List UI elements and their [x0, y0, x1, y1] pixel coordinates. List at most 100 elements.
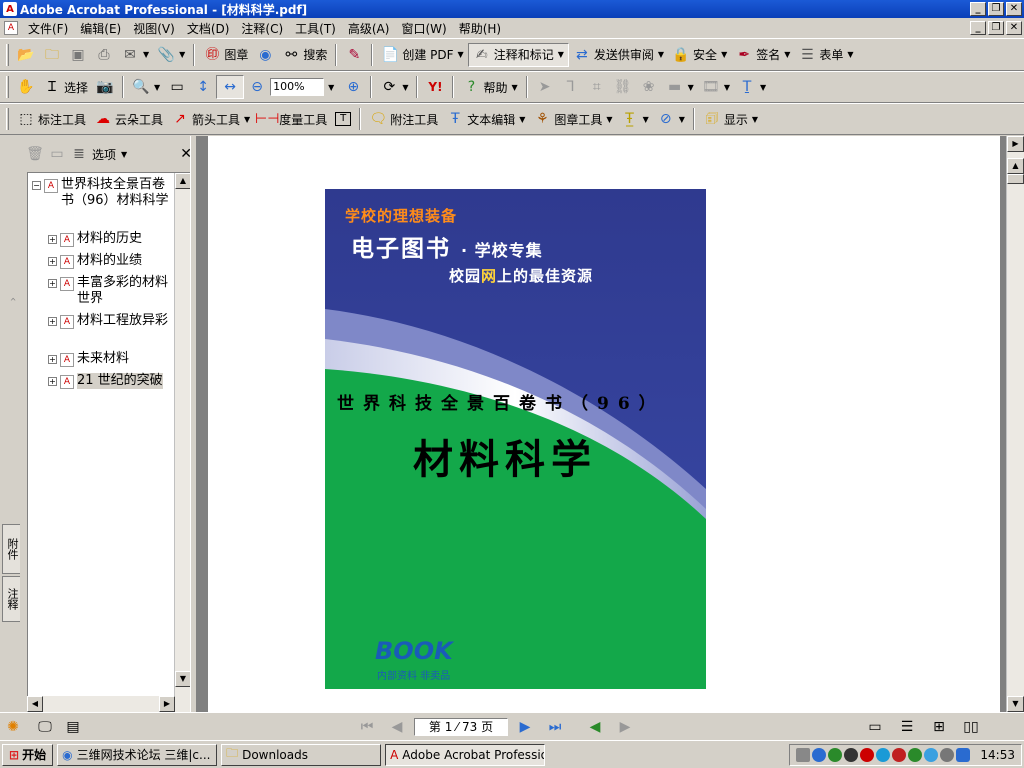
article-button[interactable]: ❀ [636, 75, 662, 99]
tray-app7-icon[interactable] [908, 747, 923, 762]
page-number-input[interactable]: 第 1 ⁄ 73 页 [414, 717, 508, 736]
highlight-tool-button[interactable]: Ŧ̲ ▼ [617, 107, 653, 131]
touchup-button[interactable]: Ꞁ [558, 75, 584, 99]
rotate-button[interactable]: ⟳ ▼ [376, 75, 412, 99]
bookmark-root[interactable]: − A 世界科技全景百卷书（96）材料科学 [32, 177, 176, 209]
taskbar-browser-button[interactable]: ◉ 三维网技术论坛 三维|c... [57, 743, 218, 766]
tab-attachments[interactable]: 附件 [2, 524, 20, 574]
bookmark-new-icon[interactable]: ▭ [48, 145, 66, 163]
menu-advanced[interactable]: 高级(A) [342, 20, 396, 37]
bookmark-item[interactable]: + A 21 世纪的突破 [48, 373, 176, 389]
text-edit-button[interactable]: Ŧ 文本编辑 ▼ [442, 107, 529, 131]
cloud-tool-button[interactable]: ☁ 云朵工具 [90, 107, 167, 131]
sun-icon[interactable]: ✺ [4, 718, 22, 736]
security-button[interactable]: 🔒 安全 ▼ [668, 43, 731, 67]
scroll-down-button[interactable]: ▼ [175, 671, 190, 687]
yahoo-button[interactable]: Y! [422, 75, 448, 99]
organizer-button[interactable]: 🗀 [39, 43, 65, 67]
continuous-icon[interactable]: ☰ [898, 718, 916, 736]
expand-plus-icon[interactable]: + [48, 257, 57, 266]
email-button[interactable]: ✉ ▼ [117, 43, 153, 67]
tray-app9-icon[interactable] [940, 747, 955, 762]
sign-button[interactable]: ✒ 签名 ▼ [731, 43, 794, 67]
help-button[interactable]: ? 帮助 ▼ [458, 75, 521, 99]
doc-minimize-button[interactable]: _ [970, 21, 986, 35]
toolbar-grip[interactable] [6, 76, 9, 98]
delete-icon[interactable]: 🗑 [26, 145, 44, 163]
open-button[interactable]: 📂 [13, 43, 39, 67]
bookmark-item[interactable]: + A 材料的历史 [48, 231, 176, 247]
tray-app8-icon[interactable] [924, 747, 939, 762]
bookmark-item[interactable]: + A 丰富多彩的材料世界 [48, 275, 176, 307]
monitor-icon[interactable]: 🖵 [36, 718, 54, 736]
document-icon[interactable]: A [4, 21, 18, 35]
tray-app6-icon[interactable] [892, 747, 907, 762]
previous-page-icon[interactable]: ◀ [388, 718, 406, 736]
hand-tool-button[interactable]: ✋ [13, 75, 39, 99]
bookmark-item[interactable]: + A 未来材料 [48, 351, 176, 367]
show-button[interactable]: 🗊 显示 ▼ [699, 107, 762, 131]
fit-width-button[interactable]: ↔ [216, 75, 245, 99]
menu-view[interactable]: 视图(V) [127, 20, 181, 37]
page-scroll-down-button[interactable]: ▼ [1007, 696, 1024, 712]
spell-button[interactable]: ✎ [341, 43, 367, 67]
actual-size-button[interactable]: ▭ [164, 75, 190, 99]
page-size-icon[interactable]: ▤ [64, 718, 82, 736]
arrow-tool-button[interactable]: ↗ 箭头工具 ▼ [167, 107, 254, 131]
text-field-tool[interactable]: Ṯ ▼ [734, 75, 770, 99]
tray-app2-icon[interactable] [828, 747, 843, 762]
bookmarks-hscrollbar[interactable]: ◀ ▶ [27, 696, 191, 712]
forms-button[interactable]: ☰ 表单 ▼ [794, 43, 857, 67]
link-button[interactable]: ⛓ [610, 75, 636, 99]
taskbar-acrobat-button[interactable]: A Adobe Acrobat Professio... [385, 743, 546, 766]
expand-plus-icon[interactable]: + [48, 279, 57, 288]
menu-document[interactable]: 文档(D) [181, 20, 236, 37]
textbox-tool-button[interactable]: T [331, 107, 355, 131]
measure-tool-button[interactable]: ⊢⊣ 度量工具 [254, 107, 331, 131]
snapshot-button[interactable]: 📷 [92, 75, 118, 99]
menu-file[interactable]: 文件(F) [22, 20, 74, 37]
attach-file-tool-button[interactable]: ⊘ ▼ [653, 107, 689, 131]
go-forward-icon[interactable]: ▶ [616, 718, 634, 736]
document-scrollbar[interactable]: ▶ ▲ ▼ [1006, 136, 1024, 712]
bookmark-item[interactable]: + A 材料的业绩 [48, 253, 176, 269]
continuous-facing-icon[interactable]: ▯▯ [962, 718, 980, 736]
zoom-dropdown[interactable]: ▼ [328, 83, 334, 92]
expand-icon[interactable]: ≣ [70, 145, 88, 163]
bookmarks-scrollbar[interactable]: ▲ ▼ [174, 173, 190, 705]
go-back-icon[interactable]: ◀ [586, 718, 604, 736]
taskbar-folder-button[interactable]: 🗀 Downloads [221, 743, 382, 766]
stamp-tool-button[interactable]: ⚘ 图章工具 ▼ [529, 107, 616, 131]
select-tool-button[interactable]: Ɪ 选择 [39, 75, 92, 99]
scroll-up-button[interactable]: ▲ [175, 173, 190, 189]
film-tool[interactable]: 🎞 ▼ [698, 75, 734, 99]
search-button[interactable]: ⚯ 搜索 [278, 43, 331, 67]
print-button[interactable]: ⎙ [91, 43, 117, 67]
tab-comments[interactable]: 注释 [2, 576, 20, 622]
object-tool-button[interactable]: ➤ [532, 75, 558, 99]
send-review-button[interactable]: ⇄ 发送供审阅 ▼ [569, 43, 668, 67]
nav-pane-handle[interactable]: ‹ [2, 284, 20, 314]
toolbar-grip[interactable] [6, 108, 9, 130]
page-scroll-thumb[interactable] [1007, 174, 1024, 184]
menu-edit[interactable]: 编辑(E) [74, 20, 127, 37]
doc-restore-button[interactable]: ❐ [988, 21, 1004, 35]
last-page-icon[interactable]: ⏭ [546, 718, 564, 736]
menu-window[interactable]: 窗口(W) [395, 20, 452, 37]
first-page-icon[interactable]: ⏮ [358, 718, 376, 736]
tray-app3-icon[interactable] [844, 747, 859, 762]
shield-icon[interactable] [956, 747, 971, 762]
tray-app1-icon[interactable] [812, 747, 827, 762]
note-tool-button[interactable]: 🗨 附注工具 [365, 107, 442, 131]
page-scroll-up-button[interactable]: ▲ [1007, 158, 1024, 174]
collapse-icon[interactable]: − [32, 181, 41, 190]
fit-page-button[interactable]: ↕ [190, 75, 216, 99]
restore-button[interactable]: ❐ [988, 2, 1004, 16]
facing-icon[interactable]: ⊞ [930, 718, 948, 736]
start-button[interactable]: ⊞ 开始 [2, 743, 54, 766]
options-menu[interactable]: 选项 [92, 146, 116, 163]
menu-help[interactable]: 帮助(H) [453, 20, 507, 37]
attach-button[interactable]: 📎 ▼ [153, 43, 189, 67]
doc-close-button[interactable]: ✕ [1006, 21, 1022, 35]
single-page-icon[interactable]: ▭ [866, 718, 884, 736]
